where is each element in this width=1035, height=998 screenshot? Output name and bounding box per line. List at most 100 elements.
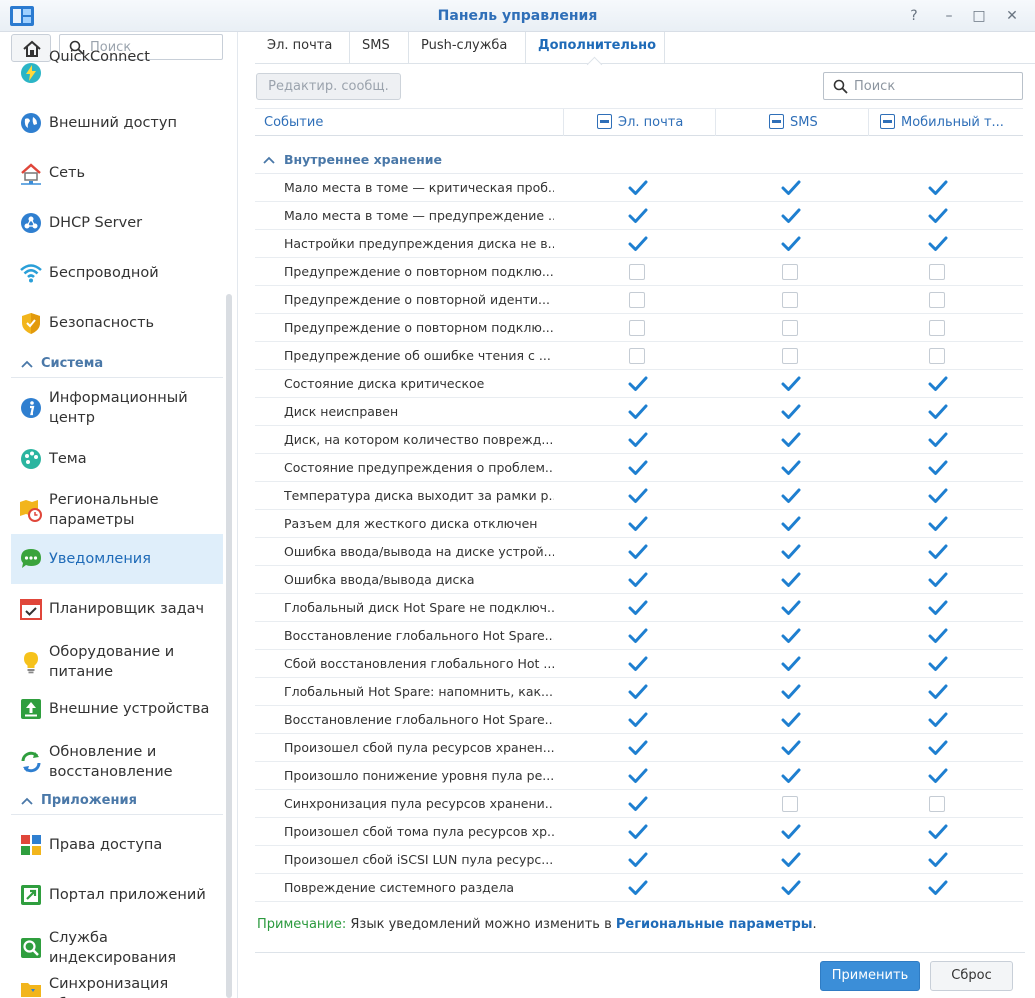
sidebar-item-external-access[interactable]: Внешний доступ: [11, 98, 223, 148]
email-checkbox[interactable]: [628, 515, 648, 533]
mobile-checkbox[interactable]: [928, 599, 948, 617]
email-checkbox[interactable]: [628, 347, 646, 365]
event-search-input[interactable]: Поиск: [823, 72, 1023, 100]
mobile-checkbox[interactable]: [928, 319, 946, 337]
email-checkbox[interactable]: [628, 319, 646, 337]
edit-message-button[interactable]: Редактир. сообщ.: [256, 73, 401, 100]
sidebar-item-shared-folder-sync[interactable]: Синхронизация общих: [11, 972, 223, 998]
mobile-checkbox[interactable]: [928, 767, 948, 785]
help-button[interactable]: ?: [904, 6, 924, 26]
table-row[interactable]: Температура диска выходит за рамки р...: [255, 482, 1023, 510]
column-header-mobile[interactable]: Мобильный т...: [868, 109, 1023, 136]
select-all-email-checkbox[interactable]: [597, 113, 612, 129]
regional-settings-link[interactable]: Региональные параметры: [616, 917, 813, 932]
email-checkbox[interactable]: [628, 543, 648, 561]
sidebar-item-quickconnect[interactable]: QuickConnect: [11, 48, 223, 98]
minimize-button[interactable]: –: [939, 6, 959, 26]
column-header-sms[interactable]: SMS: [715, 109, 868, 136]
table-row[interactable]: Восстановление глобального Hot Spare...: [255, 622, 1023, 650]
email-checkbox[interactable]: [628, 179, 648, 197]
table-row[interactable]: Предупреждение о повторном подклю...: [255, 314, 1023, 342]
tab-email[interactable]: Эл. почта: [255, 32, 350, 63]
mobile-checkbox[interactable]: [928, 711, 948, 729]
table-row[interactable]: Разъем для жесткого диска отключен: [255, 510, 1023, 538]
email-checkbox[interactable]: [628, 375, 648, 393]
email-checkbox[interactable]: [628, 235, 648, 253]
mobile-checkbox[interactable]: [928, 795, 946, 813]
mobile-checkbox[interactable]: [928, 291, 946, 309]
table-row[interactable]: Произошел сбой iSCSI LUN пула ресурс...: [255, 846, 1023, 874]
table-row[interactable]: Диск, на котором количество поврежд...: [255, 426, 1023, 454]
mobile-checkbox[interactable]: [928, 347, 946, 365]
email-checkbox[interactable]: [628, 655, 648, 673]
sms-checkbox[interactable]: [781, 515, 801, 533]
section-header-system[interactable]: Система: [11, 350, 223, 378]
maximize-button[interactable]: □: [969, 6, 989, 26]
sms-checkbox[interactable]: [781, 291, 799, 309]
sms-checkbox[interactable]: [781, 683, 801, 701]
mobile-checkbox[interactable]: [928, 459, 948, 477]
table-row[interactable]: Произошел сбой тома пула ресурсов хр...: [255, 818, 1023, 846]
email-checkbox[interactable]: [628, 879, 648, 897]
sms-checkbox[interactable]: [781, 823, 801, 841]
mobile-checkbox[interactable]: [928, 263, 946, 281]
table-row[interactable]: Мало места в томе — критическая проб...: [255, 174, 1023, 202]
email-checkbox[interactable]: [628, 627, 648, 645]
table-row[interactable]: Сбой восстановления глобального Hot ...: [255, 650, 1023, 678]
table-row[interactable]: Диск неисправен: [255, 398, 1023, 426]
sidebar-item-wireless[interactable]: Беспроводной: [11, 248, 223, 298]
column-header-email[interactable]: Эл. почта: [563, 109, 715, 136]
mobile-checkbox[interactable]: [928, 543, 948, 561]
mobile-checkbox[interactable]: [928, 683, 948, 701]
sms-checkbox[interactable]: [781, 543, 801, 561]
sidebar-scrollbar[interactable]: [226, 294, 232, 998]
column-header-event[interactable]: Событие: [255, 109, 563, 136]
mobile-checkbox[interactable]: [928, 739, 948, 757]
mobile-checkbox[interactable]: [928, 207, 948, 225]
email-checkbox[interactable]: [628, 291, 646, 309]
sidebar-item-theme[interactable]: Тема: [11, 434, 223, 484]
table-row[interactable]: Ошибка ввода/вывода диска: [255, 566, 1023, 594]
sms-checkbox[interactable]: [781, 263, 799, 281]
sms-checkbox[interactable]: [781, 879, 801, 897]
group-header-internal-storage[interactable]: Внутреннее хранение: [255, 146, 1023, 174]
sms-checkbox[interactable]: [781, 403, 801, 421]
tab-push-service[interactable]: Push-служба: [409, 32, 526, 63]
sidebar-item-update-restore[interactable]: Обновление и восстановление: [11, 734, 223, 790]
sms-checkbox[interactable]: [781, 459, 801, 477]
email-checkbox[interactable]: [628, 431, 648, 449]
sidebar-item-security[interactable]: Безопасность: [11, 298, 223, 348]
sms-checkbox[interactable]: [781, 795, 799, 813]
mobile-checkbox[interactable]: [928, 487, 948, 505]
select-all-sms-checkbox[interactable]: [769, 113, 784, 129]
sidebar-item-regional[interactable]: Региональные параметры: [11, 484, 223, 536]
email-checkbox[interactable]: [628, 459, 648, 477]
mobile-checkbox[interactable]: [928, 851, 948, 869]
sidebar-item-info-center[interactable]: Информационный центр: [11, 378, 223, 438]
email-checkbox[interactable]: [628, 571, 648, 589]
sidebar-item-app-portal[interactable]: Портал приложений: [11, 870, 223, 920]
sidebar-item-app-privileges[interactable]: Права доступа: [11, 820, 223, 870]
close-button[interactable]: ✕: [1002, 6, 1022, 26]
email-checkbox[interactable]: [628, 795, 648, 813]
table-row[interactable]: Состояние предупреждения о проблем...: [255, 454, 1023, 482]
sms-checkbox[interactable]: [781, 655, 801, 673]
sidebar-item-network[interactable]: Сеть: [11, 148, 223, 198]
sms-checkbox[interactable]: [781, 347, 799, 365]
table-row[interactable]: Предупреждение о повторном подклю...: [255, 258, 1023, 286]
table-row[interactable]: Синхронизация пула ресурсов хранени...: [255, 790, 1023, 818]
sms-checkbox[interactable]: [781, 627, 801, 645]
sms-checkbox[interactable]: [781, 767, 801, 785]
table-row[interactable]: Предупреждение об ошибке чтения с ...: [255, 342, 1023, 370]
email-checkbox[interactable]: [628, 851, 648, 869]
reset-button[interactable]: Сброс: [930, 961, 1013, 991]
sidebar-item-dhcp[interactable]: DHCP Server: [11, 198, 223, 248]
select-all-mobile-checkbox[interactable]: [880, 113, 895, 129]
mobile-checkbox[interactable]: [928, 655, 948, 673]
sms-checkbox[interactable]: [781, 711, 801, 729]
sidebar-item-external-devices[interactable]: Внешние устройства: [11, 684, 223, 734]
email-checkbox[interactable]: [628, 823, 648, 841]
email-checkbox[interactable]: [628, 487, 648, 505]
mobile-checkbox[interactable]: [928, 375, 948, 393]
tab-advanced[interactable]: Дополнительно: [526, 32, 665, 63]
